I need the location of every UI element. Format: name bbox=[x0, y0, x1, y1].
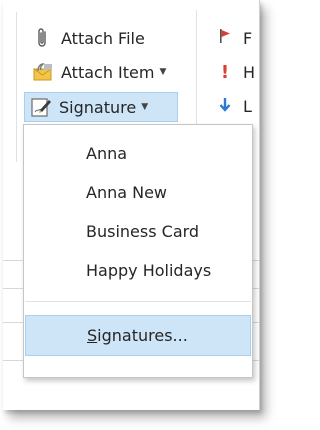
flag-icon bbox=[219, 28, 231, 48]
low-importance-label: L bbox=[243, 96, 252, 116]
paperclip-icon bbox=[31, 26, 55, 50]
menu-item-label: Signatures... bbox=[87, 326, 188, 345]
menu-item-signature[interactable]: Anna New bbox=[25, 173, 251, 211]
signature-dropdown-menu: Anna Anna New Business Card Happy Holida… bbox=[23, 124, 253, 378]
attach-file-button[interactable]: Attach File bbox=[27, 24, 145, 52]
envelope-icon bbox=[31, 60, 55, 84]
menu-item-signature[interactable]: Happy Holidays bbox=[25, 251, 251, 289]
attach-item-button[interactable]: Attach Item ▼ bbox=[27, 58, 166, 86]
menu-item-label: Anna bbox=[86, 143, 128, 163]
low-importance-button[interactable]: L bbox=[219, 92, 259, 120]
menu-item-label-rest: ignatures... bbox=[97, 326, 188, 345]
outlook-message-window: Attach File Attach Item ▼ Signature ▼ F … bbox=[3, 0, 260, 410]
menu-item-label: Happy Holidays bbox=[86, 260, 212, 280]
chevron-down-icon: ▼ bbox=[159, 67, 167, 77]
attach-file-label: Attach File bbox=[61, 28, 145, 48]
low-importance-icon bbox=[219, 96, 231, 116]
menu-item-manage-signatures[interactable]: Signatures... bbox=[25, 315, 251, 356]
mnemonic-letter: S bbox=[87, 326, 98, 345]
signature-button[interactable]: Signature ▼ bbox=[24, 92, 178, 122]
attach-item-label: Attach Item bbox=[61, 62, 155, 82]
signature-pen-icon bbox=[29, 95, 53, 119]
high-importance-label: H bbox=[243, 62, 256, 82]
menu-separator bbox=[25, 301, 251, 302]
menu-item-signature[interactable]: Business Card bbox=[25, 212, 251, 250]
menu-item-label: Business Card bbox=[86, 221, 200, 241]
high-importance-button[interactable]: ! H bbox=[219, 58, 259, 86]
group-divider-left bbox=[16, 12, 17, 162]
follow-up-label: F bbox=[243, 28, 253, 48]
follow-up-button[interactable]: F bbox=[219, 24, 259, 52]
menu-item-label: Anna New bbox=[86, 182, 168, 202]
signature-label: Signature bbox=[59, 97, 137, 117]
chevron-down-icon: ▼ bbox=[141, 102, 149, 112]
high-importance-icon: ! bbox=[220, 61, 230, 83]
menu-item-signature[interactable]: Anna bbox=[25, 134, 251, 172]
